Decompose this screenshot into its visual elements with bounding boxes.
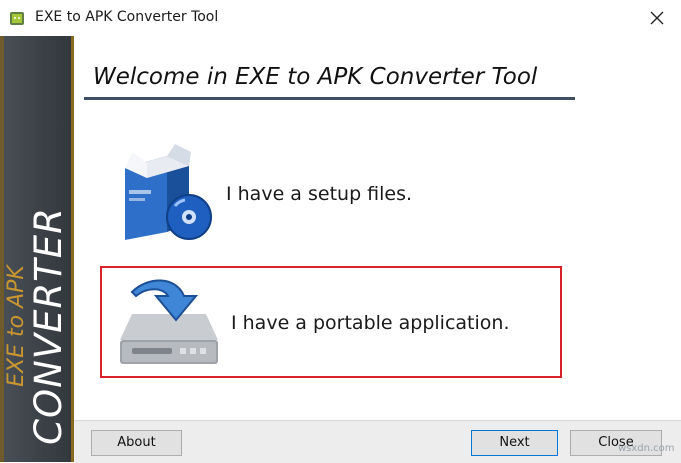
- title-bar: EXE to APK Converter Tool: [0, 0, 681, 36]
- window-title: EXE to APK Converter Tool: [35, 9, 219, 25]
- next-button[interactable]: Next: [471, 430, 558, 456]
- side-banner-title: CONVERTER: [27, 207, 70, 445]
- option-setup-files-label: I have a setup files.: [226, 183, 413, 205]
- option-portable-application[interactable]: I have a portable application.: [100, 266, 562, 378]
- android-app-icon: [9, 10, 25, 26]
- page-title: Welcome in EXE to APK Converter Tool: [93, 64, 538, 90]
- side-banner-subtitle: EXE to APK: [4, 265, 29, 387]
- title-underline: [84, 97, 575, 100]
- setup-box-cd-icon: [115, 140, 215, 250]
- option-portable-application-label: I have a portable application.: [231, 312, 510, 334]
- side-banner: EXE to APK CONVERTER: [0, 36, 74, 462]
- window-close-button[interactable]: [640, 4, 674, 32]
- about-button[interactable]: About: [91, 430, 182, 456]
- option-setup-files[interactable]: I have a setup files.: [115, 140, 455, 250]
- hard-drive-download-icon: [118, 274, 220, 371]
- close-icon: [650, 11, 664, 25]
- side-banner-edge: [0, 36, 4, 462]
- side-banner-text: EXE to APK CONVERTER: [4, 207, 70, 445]
- watermark: wsxdn.com: [618, 443, 675, 454]
